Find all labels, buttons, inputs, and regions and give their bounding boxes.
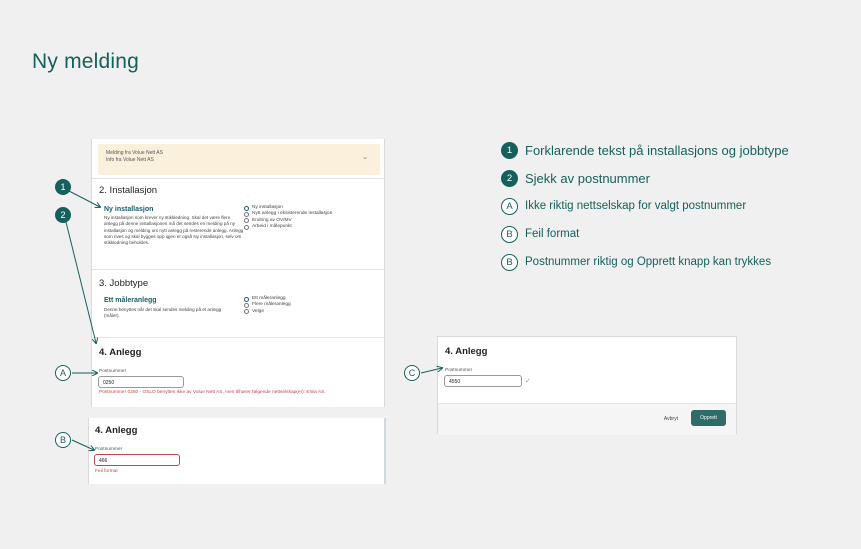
anlegg-card-valid: 4. Anlegg Postnummer 4550 ✓ Avbryt Oppre… [437,336,737,435]
legend-text: Feil format [525,228,580,240]
divider [92,178,384,179]
marker-1: 1 [55,179,71,195]
legend-marker: A [501,198,518,215]
page-title: Ny melding [32,50,140,73]
postnummer-input[interactable]: 4550 [444,375,522,387]
section-title-anlegg: 4. Anlegg [445,346,488,357]
postnummer-error: Postnummer 0250 - OSLO benyttes ikke av … [99,390,326,395]
legend-marker: B [501,226,518,243]
postnummer-label: Postnummer [95,447,123,452]
anlegg-card-format-error: 4. Anlegg Postnummer 466 Feil format [88,418,386,484]
postnummer-error: Feil format [95,469,118,474]
installasjon-subtitle: Ny installasjon [104,206,154,213]
installasjon-description: Ny installasjon som krever ny stikkledni… [104,215,244,246]
cancel-button[interactable]: Avbryt [664,416,678,422]
legend-text: Sjekk av postnummer [525,171,650,186]
notice-text: Info fra Volue Nett AS [106,157,154,163]
form-footer: Avbryt Opprett [438,403,736,435]
radio-option[interactable]: Velge [244,309,291,315]
legend-text: Forklarende tekst på installasjons og jo… [525,143,789,158]
legend-marker: B [501,254,518,271]
postnummer-label: Postnummer [445,368,473,373]
radio-selected[interactable] [244,205,249,211]
installasjon-radio-group: Ny installasjon Nytt anlegg i eksisteren… [244,205,332,230]
section-title-anlegg: 4. Anlegg [99,347,142,358]
jobbtype-radio-group: Ett måleranlegg Flere måleranlegg Velge [244,296,291,315]
section-title-installasjon: 2. Installasjon [99,185,158,196]
form-card: Melding fra Volue Nett AS Info fra Volue… [91,139,385,407]
radio[interactable] [244,218,249,224]
radio[interactable] [244,211,249,217]
postnummer-input[interactable]: 0250 [98,376,184,388]
check-icon: ✓ [525,378,531,385]
legend-marker: 1 [501,142,518,159]
jobbtype-description: Denne benyttes når det skal sendes meldi… [104,307,222,319]
jobbtype-subtitle: Ett måleranlegg [104,297,157,304]
notice-title: Melding fra Volue Nett AS [106,150,163,156]
legend-text: Ikke riktig nettselskap for valgt postnu… [525,200,747,212]
postnummer-input[interactable]: 466 [94,454,180,466]
radio[interactable] [244,302,249,308]
info-notice[interactable]: Melding fra Volue Nett AS Info fra Volue… [98,144,380,175]
section-title-anlegg: 4. Anlegg [95,425,138,436]
divider [92,269,384,270]
create-button[interactable]: Opprett [691,410,726,426]
marker-c: C [404,365,420,381]
radio-selected[interactable] [244,296,249,302]
marker-a: A [55,365,71,381]
radio[interactable] [244,224,249,230]
chevron-down-icon[interactable]: ⌄ [362,153,368,161]
radio[interactable] [244,309,249,315]
marker-2: 2 [55,207,71,223]
radio-option[interactable]: Arbeid i målepunkt [244,224,332,230]
divider [92,337,384,338]
marker-b: B [55,432,71,448]
legend-text: Postnummer riktig og Opprett knapp kan t… [525,256,772,268]
legend-marker: 2 [501,170,518,187]
section-title-jobbtype: 3. Jobbtype [99,278,149,289]
postnummer-label: Postnummer [99,369,127,374]
